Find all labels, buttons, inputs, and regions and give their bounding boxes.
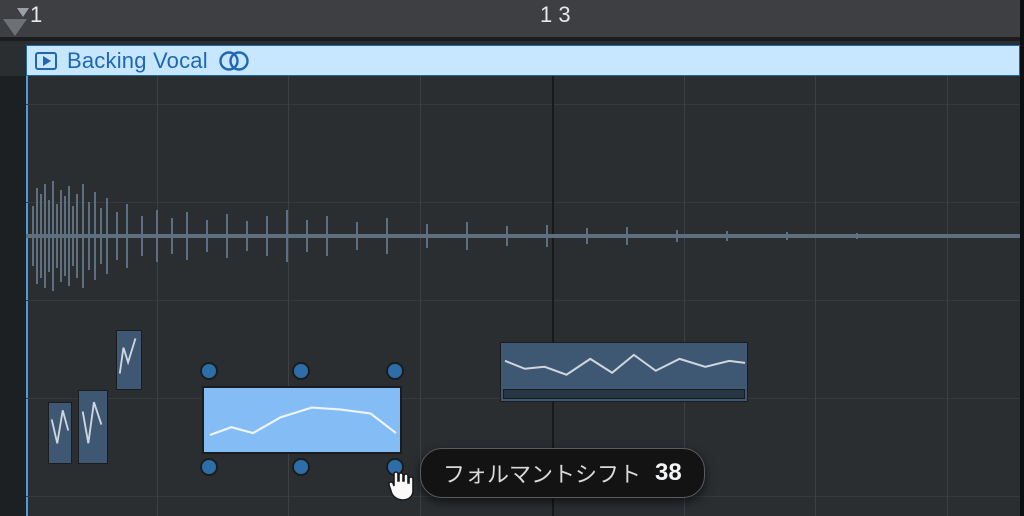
note-handle-top-center[interactable] xyxy=(292,362,310,380)
ruler-beat-label: 1 3 xyxy=(540,2,571,28)
region-start-line xyxy=(26,76,28,516)
note-handle-bottom-left[interactable] xyxy=(200,458,218,476)
stereo-icon xyxy=(218,50,250,72)
formant-tooltip: フォルマントシフト 38 xyxy=(420,448,705,498)
editor-area[interactable]: フォルマントシフト 38 xyxy=(0,76,1020,516)
editor-gutter xyxy=(0,76,26,516)
region-name: Backing Vocal xyxy=(67,48,208,74)
region-header[interactable]: Backing Vocal xyxy=(26,45,1020,76)
pitch-note-selected[interactable] xyxy=(202,386,402,454)
note-handle-top-right[interactable] xyxy=(386,362,404,380)
pitch-note[interactable] xyxy=(116,330,142,390)
window-right-edge xyxy=(1020,0,1024,516)
tooltip-value: 38 xyxy=(655,459,682,487)
pitch-note[interactable] xyxy=(500,342,748,402)
playhead-sub-marker[interactable] xyxy=(17,8,29,17)
note-handle-top-left[interactable] xyxy=(200,362,218,380)
audio-waveform xyxy=(26,176,1020,296)
hand-cursor-icon xyxy=(386,468,416,502)
pitch-note[interactable] xyxy=(78,390,108,464)
ruler-bar-label: 1 xyxy=(30,2,42,28)
timeline-ruler[interactable]: 1 1 3 xyxy=(0,0,1020,41)
play-icon[interactable] xyxy=(35,52,57,70)
note-handle-bottom-center[interactable] xyxy=(292,458,310,476)
tooltip-label: フォルマントシフト xyxy=(443,457,641,489)
audio-editor-root: 1 1 3 Backing Vocal xyxy=(0,0,1024,516)
pitch-note[interactable] xyxy=(48,402,72,464)
